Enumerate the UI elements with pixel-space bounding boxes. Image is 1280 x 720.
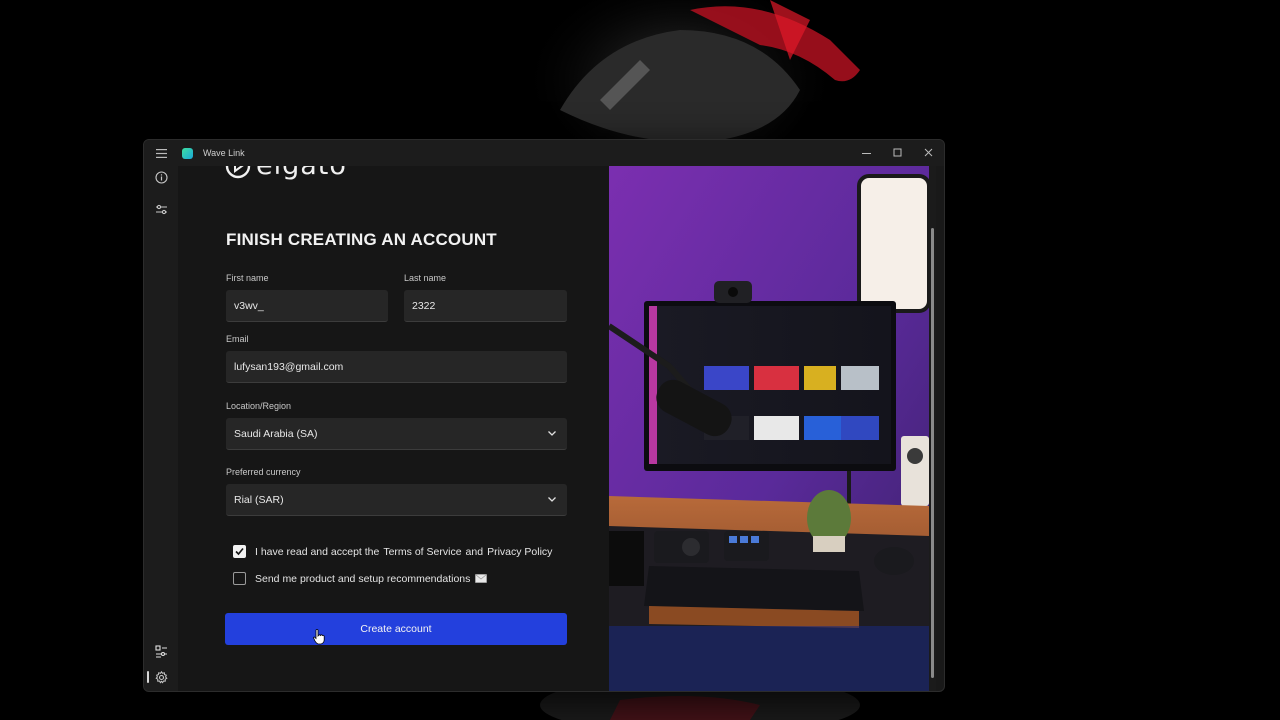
wave-link-app-icon — [182, 147, 193, 159]
email-label: Email — [226, 334, 249, 344]
currency-label: Preferred currency — [226, 467, 301, 477]
minimize-button[interactable] — [851, 140, 882, 166]
info-icon — [154, 170, 168, 184]
window-title: Wave Link — [203, 148, 245, 158]
app-window: Wave Link FINISH CREATING AN ACCOUNT Fir… — [143, 139, 945, 692]
elgato-logo-icon — [225, 166, 251, 178]
first-name-input[interactable] — [234, 299, 388, 312]
terms-of-service-link[interactable]: Terms of Service — [383, 546, 461, 558]
scrollbar-thumb[interactable] — [931, 228, 934, 678]
close-button[interactable] — [913, 140, 944, 166]
email-input[interactable] — [234, 360, 567, 373]
minimize-icon — [861, 153, 871, 154]
hamburger-menu-button[interactable] — [144, 140, 178, 166]
title-bar: Wave Link — [144, 140, 944, 166]
scrollbar[interactable] — [929, 166, 936, 691]
active-indicator — [147, 671, 149, 683]
last-name-input[interactable] — [412, 299, 567, 312]
sliders-icon — [155, 204, 167, 214]
create-account-button[interactable]: Create account — [225, 613, 567, 645]
terms-row: I have read and accept the Terms of Serv… — [233, 545, 556, 558]
chevron-down-icon — [548, 431, 556, 436]
hand-cursor-icon — [313, 629, 325, 645]
first-name-label: First name — [226, 273, 269, 283]
privacy-policy-link[interactable]: Privacy Policy — [487, 546, 552, 558]
main-content: elgato FINISH CREATING AN ACCOUNT First … — [178, 166, 936, 691]
envelope-icon — [475, 574, 488, 583]
signup-form-panel: elgato FINISH CREATING AN ACCOUNT First … — [178, 166, 609, 691]
settings-button[interactable] — [151, 667, 171, 687]
maximize-icon — [893, 148, 901, 157]
email-field[interactable] — [226, 351, 567, 383]
last-name-label: Last name — [404, 273, 447, 283]
currency-select[interactable]: Rial (SAR) — [226, 484, 567, 516]
maximize-button[interactable] — [882, 140, 913, 166]
gear-icon — [154, 670, 168, 683]
location-select[interactable]: Saudi Arabia (SA) — [226, 418, 567, 450]
page-title: FINISH CREATING AN ACCOUNT — [226, 230, 497, 249]
setup-product-image — [609, 166, 929, 691]
checkmark-icon — [235, 547, 244, 556]
terms-checkbox[interactable] — [233, 545, 246, 558]
recommendations-text: Send me product and setup recommendation… — [255, 572, 471, 585]
sidebar — [144, 166, 178, 691]
info-button[interactable] — [151, 167, 171, 187]
hamburger-icon — [155, 148, 167, 158]
close-icon — [924, 148, 932, 157]
terms-text: I have read and accept the — [255, 545, 380, 558]
terms-and-text: and — [465, 545, 484, 558]
first-name-field[interactable] — [226, 290, 388, 322]
recommendations-row: Send me product and setup recommendation… — [233, 572, 488, 585]
layout-button[interactable] — [151, 641, 171, 661]
location-label: Location/Region — [226, 401, 292, 411]
logo-text: elgato — [256, 166, 347, 181]
elgato-logo: elgato — [224, 166, 347, 181]
chevron-down-icon — [548, 497, 556, 502]
currency-value: Rial (SAR) — [234, 493, 284, 506]
last-name-field[interactable] — [404, 290, 567, 322]
mixer-button[interactable] — [151, 199, 171, 219]
recommendations-checkbox[interactable] — [233, 572, 246, 585]
grid-sliders-icon — [154, 644, 167, 658]
location-value: Saudi Arabia (SA) — [234, 427, 318, 440]
